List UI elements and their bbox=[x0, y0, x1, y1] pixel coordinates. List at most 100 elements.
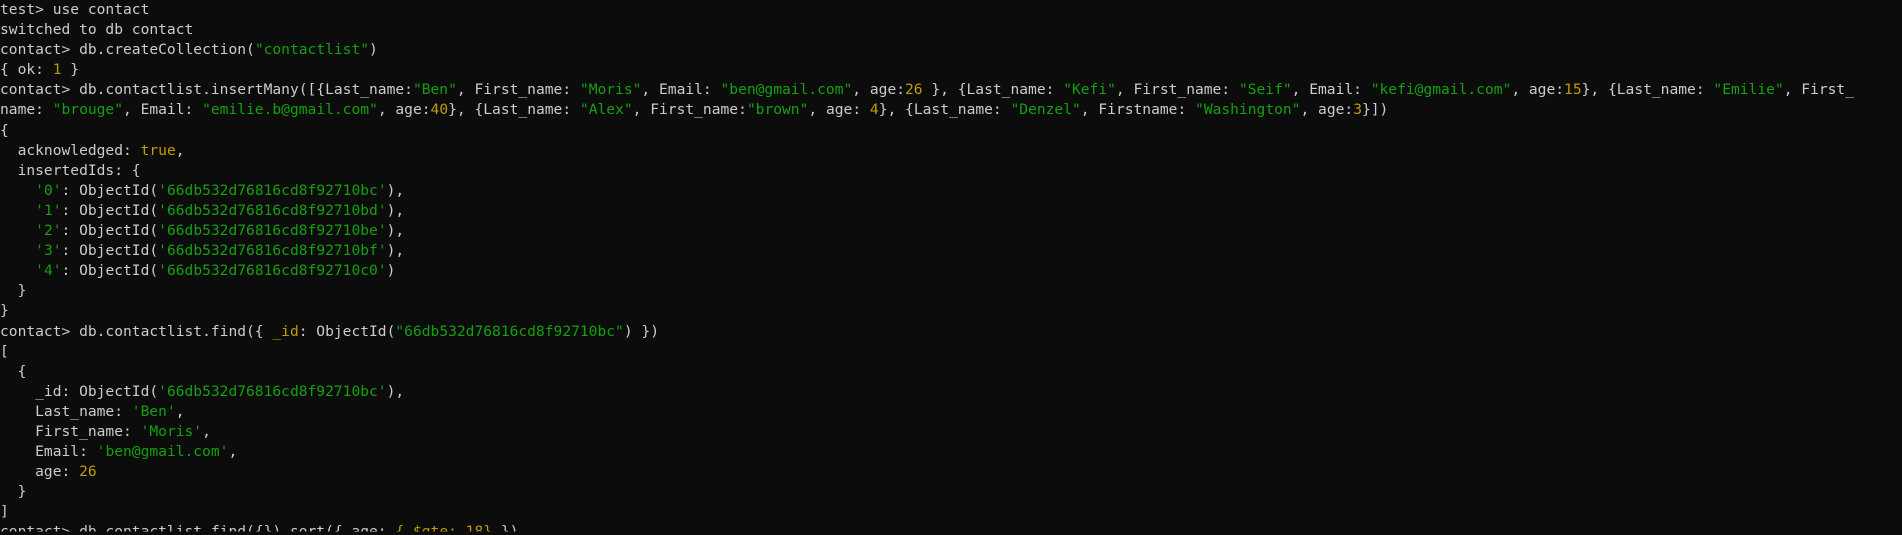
terminal-text-segment: 1 bbox=[52, 61, 62, 79]
terminal-text-segment: "Denzel" bbox=[1010, 101, 1081, 119]
terminal-text-segment: : ObjectId( bbox=[61, 262, 159, 280]
terminal-text-segment: , Email: bbox=[1291, 81, 1371, 99]
terminal-text-segment: '66db532d76816cd8f92710bd' bbox=[158, 201, 387, 219]
terminal-text-segment: , First_name: bbox=[1115, 81, 1239, 99]
terminal-text-segment: true bbox=[140, 141, 176, 159]
terminal-text-segment: acknowledged: bbox=[0, 141, 141, 159]
terminal-line: [ bbox=[0, 342, 1902, 362]
terminal-line: '0': ObjectId('66db532d76816cd8f92710bc'… bbox=[0, 181, 1902, 201]
terminal-text-segment: , First_name: bbox=[632, 101, 747, 119]
terminal-text-segment: '2' bbox=[35, 222, 62, 240]
terminal-text-segment: , bbox=[202, 422, 211, 440]
terminal-text-segment: First_name: bbox=[0, 422, 141, 440]
terminal-text-segment: ), bbox=[386, 222, 405, 240]
terminal-text-segment: } bbox=[61, 61, 80, 79]
terminal-text-segment: , bbox=[228, 443, 238, 461]
terminal-window[interactable]: test> use contact switched to db contact c… bbox=[0, 0, 1902, 535]
terminal-line: name: "brouge", Email: "emilie.b@gmail.c… bbox=[0, 100, 1902, 120]
terminal-text-segment: , First_name: bbox=[456, 81, 580, 99]
terminal-text-segment: "Seif" bbox=[1238, 81, 1292, 99]
terminal-line: '2': ObjectId('66db532d76816cd8f92710be'… bbox=[0, 221, 1902, 241]
terminal-text-segment: }, {Last_name: bbox=[448, 101, 580, 119]
terminal-line: contact> db.contactlist.find({}).sort({ … bbox=[0, 522, 1902, 535]
terminal-line: contact> db.contactlist.insertMany([{Las… bbox=[0, 80, 1902, 100]
terminal-text-segment: test> use contact bbox=[0, 1, 150, 18]
terminal-text-segment: 40 bbox=[430, 101, 449, 119]
terminal-text-segment: '4' bbox=[35, 262, 62, 280]
terminal-text-segment: , age: bbox=[852, 81, 906, 99]
terminal-text-segment: 'ben@gmail.com' bbox=[96, 443, 229, 461]
terminal-text-segment: "Emilie" bbox=[1713, 81, 1784, 99]
terminal-text-segment: 'Moris' bbox=[140, 422, 203, 440]
terminal-text-segment: "contactlist" bbox=[254, 41, 370, 59]
terminal-text-segment: Email: bbox=[0, 443, 97, 461]
terminal-text-segment: "kefi@gmail.com" bbox=[1370, 81, 1512, 99]
terminal-text-segment: , age: bbox=[1300, 101, 1354, 119]
terminal-text-segment: [ bbox=[0, 342, 9, 360]
terminal-text-segment: : ObjectId( bbox=[61, 181, 159, 199]
terminal-text-segment: '66db532d76816cd8f92710bc' bbox=[158, 382, 387, 400]
terminal-text-segment: , bbox=[175, 141, 185, 159]
terminal-text-segment: '0' bbox=[35, 181, 62, 199]
terminal-text-segment: : ObjectId( bbox=[61, 201, 159, 219]
terminal-text-segment: { ok: bbox=[0, 61, 53, 79]
terminal-text-segment: : ObjectId( bbox=[298, 322, 396, 340]
terminal-text-segment: 3 bbox=[1353, 101, 1362, 119]
terminal-text-segment: insertedIds: { bbox=[0, 161, 141, 179]
terminal-text-segment: '66db532d76816cd8f92710be' bbox=[158, 222, 387, 240]
terminal-text-segment: contact> db.createCollection( bbox=[0, 41, 255, 59]
terminal-text-segment: "66db532d76816cd8f92710bc" bbox=[395, 322, 624, 340]
terminal-text-segment: "emilie.b@gmail.com" bbox=[202, 101, 378, 119]
terminal-text-segment: contact> db.contactlist.find({ bbox=[0, 322, 273, 340]
terminal-text-segment: _id bbox=[272, 322, 299, 340]
terminal-text-segment: switched to db contact bbox=[0, 21, 194, 39]
terminal-text-segment: ), bbox=[386, 181, 405, 199]
terminal-text-segment: ] bbox=[0, 503, 9, 521]
terminal-line: _id: ObjectId('66db532d76816cd8f92710bc'… bbox=[0, 382, 1902, 402]
terminal-text-segment: , bbox=[175, 402, 185, 420]
terminal-text-segment: '3' bbox=[35, 242, 62, 260]
terminal-text-segment: "Ben" bbox=[412, 81, 457, 99]
terminal-line: } bbox=[0, 301, 1902, 321]
terminal-line: contact> db.createCollection("contactlis… bbox=[0, 40, 1902, 60]
terminal-text-segment: , First_ bbox=[1783, 81, 1854, 99]
terminal-text-segment: : ObjectId( bbox=[61, 222, 159, 240]
terminal-text-segment: }) bbox=[492, 523, 519, 535]
terminal-text-segment: ), bbox=[386, 201, 405, 219]
terminal-text-segment: '66db532d76816cd8f92710bf' bbox=[158, 242, 387, 260]
terminal-line: First_name: 'Moris', bbox=[0, 422, 1902, 442]
terminal-text-segment: '1' bbox=[35, 201, 62, 219]
terminal-text-segment: , Email: bbox=[123, 101, 203, 119]
terminal-text-segment: contact> db.contactlist.insertMany([{Las… bbox=[0, 81, 413, 99]
terminal-text-segment: '66db532d76816cd8f92710c0' bbox=[158, 262, 387, 280]
terminal-text-segment: "brouge" bbox=[52, 101, 124, 119]
terminal-line: switched to db contact bbox=[0, 20, 1902, 40]
terminal-line: '4': ObjectId('66db532d76816cd8f92710c0'… bbox=[0, 261, 1902, 281]
terminal-text-segment: } bbox=[0, 302, 9, 320]
terminal-line: test> use contact bbox=[0, 0, 1902, 20]
terminal-text-segment: , Firstname: bbox=[1080, 101, 1196, 119]
terminal-text-segment: _id: ObjectId( bbox=[0, 382, 159, 400]
terminal-text-segment: Last_name: bbox=[0, 402, 132, 420]
terminal-text-segment: ) bbox=[369, 41, 378, 59]
terminal-text-segment: "Moris" bbox=[579, 81, 642, 99]
terminal-line: { bbox=[0, 121, 1902, 141]
terminal-line: } bbox=[0, 281, 1902, 301]
terminal-line: Email: 'ben@gmail.com', bbox=[0, 442, 1902, 462]
terminal-text-segment: "brown" bbox=[746, 101, 809, 119]
terminal-text-segment: { bbox=[0, 121, 9, 139]
terminal-line: { bbox=[0, 362, 1902, 382]
terminal-line: insertedIds: { bbox=[0, 161, 1902, 181]
terminal-text-segment: : ObjectId( bbox=[61, 242, 159, 260]
terminal-text-segment: { bbox=[0, 362, 27, 380]
terminal-text-segment: '66db532d76816cd8f92710bc' bbox=[158, 181, 387, 199]
terminal-text-segment: ), bbox=[386, 382, 405, 400]
terminal-text-segment: }, {Last_name: bbox=[922, 81, 1064, 99]
terminal-line: ] bbox=[0, 502, 1902, 522]
terminal-text-segment: contact> db.contactlist.find({}).sort({ … bbox=[0, 523, 396, 535]
terminal-line: contact> db.contactlist.find({ _id: Obje… bbox=[0, 322, 1902, 342]
terminal-text-segment: 26 bbox=[79, 463, 97, 481]
